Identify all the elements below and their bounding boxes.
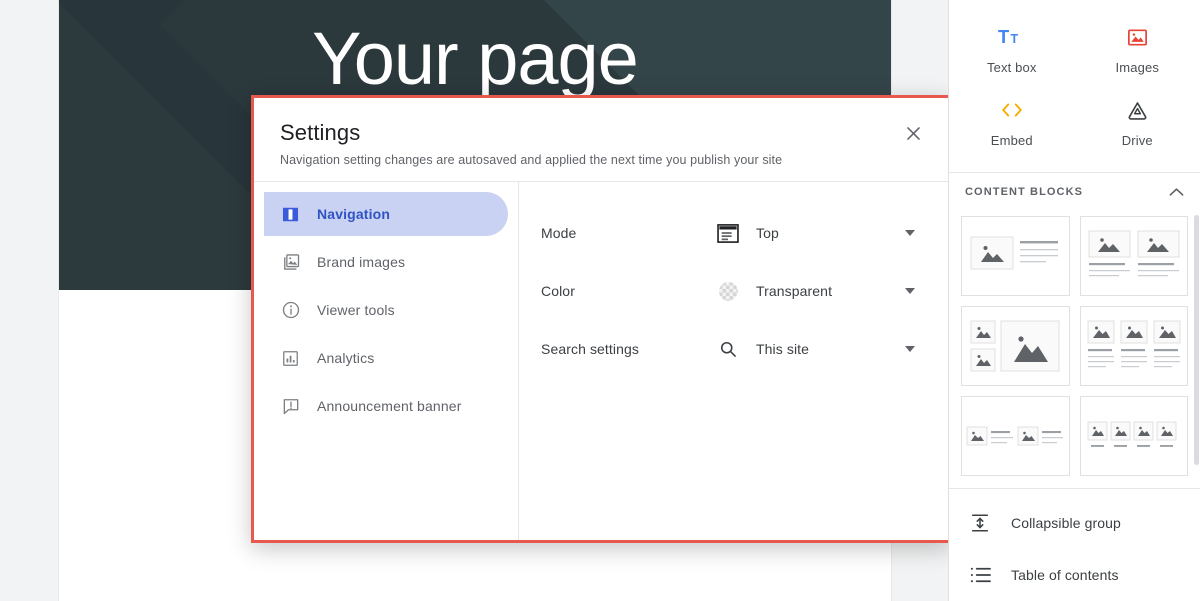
panel-scrollbar[interactable]: [1194, 215, 1199, 465]
sidebar-item-label: Brand images: [317, 254, 405, 270]
table-of-contents-icon: [969, 566, 991, 584]
app-root: Your page Settings Navigation setting ch…: [0, 0, 1200, 601]
search-icon: [716, 337, 740, 361]
insert-collapsible-group-button[interactable]: Collapsible group: [949, 497, 1200, 549]
content-blocks-section-header[interactable]: CONTENT BLOCKS: [949, 172, 1200, 210]
dialog-sidebar: Navigation Brand images: [254, 182, 519, 540]
color-dropdown[interactable]: Transparent: [716, 279, 918, 303]
layout-top-nav-icon: [716, 221, 740, 245]
dialog-title: Settings: [280, 120, 922, 146]
announcement-banner-icon: [280, 396, 301, 417]
sidebar-item-navigation[interactable]: Navigation: [264, 192, 508, 236]
collapsible-group-icon: [969, 512, 991, 534]
chevron-down-icon[interactable]: [902, 230, 918, 236]
sidebar-item-analytics[interactable]: Analytics: [264, 336, 508, 380]
sidebar-item-brand-images[interactable]: Brand images: [264, 240, 508, 284]
sidebar-item-viewer-tools[interactable]: Viewer tools: [264, 288, 508, 332]
analytics-bar-chart-icon: [280, 348, 301, 369]
option-row-search-settings: Search settings This site: [541, 320, 918, 378]
sidebar-item-label: Announcement banner: [317, 398, 462, 414]
quick-item-label: Text box: [987, 60, 1037, 75]
dialog-header: Settings Navigation setting changes are …: [254, 98, 948, 181]
sidebar-item-announcement-banner[interactable]: Announcement banner: [264, 384, 508, 428]
dialog-subtitle: Navigation setting changes are autosaved…: [280, 153, 922, 167]
brand-images-icon: [280, 252, 301, 273]
insert-text-box-button[interactable]: T T Text box: [949, 12, 1075, 85]
block-two-small-one-large-image[interactable]: [961, 306, 1070, 386]
option-value: Transparent: [756, 283, 832, 299]
info-circle-icon: [280, 300, 301, 321]
quick-item-label: Images: [1115, 60, 1159, 75]
chevron-down-icon[interactable]: [902, 346, 918, 352]
block-four-image-caption[interactable]: [1080, 396, 1189, 476]
block-three-image-three-text[interactable]: [1080, 306, 1189, 386]
quick-item-label: Embed: [991, 133, 1033, 148]
settings-dialog: Settings Navigation setting changes are …: [251, 95, 951, 543]
block-two-image-two-text[interactable]: [1080, 216, 1189, 296]
transparent-swatch-icon: [716, 279, 740, 303]
chevron-up-icon[interactable]: [1169, 187, 1184, 197]
quick-item-label: Drive: [1122, 133, 1153, 148]
text-box-icon: T T: [998, 24, 1025, 50]
quick-insert-grid: T T Text box Images: [949, 0, 1200, 172]
block-image-left-text-right[interactable]: [961, 216, 1070, 296]
bottom-item-label: Collapsible group: [1011, 515, 1121, 531]
close-icon[interactable]: [898, 118, 928, 148]
sidebar-item-label: Navigation: [317, 206, 390, 222]
insert-panel: T T Text box Images: [948, 0, 1200, 601]
svg-text:T: T: [1011, 32, 1019, 46]
drive-icon: [1125, 97, 1150, 123]
block-two-inline-image-text[interactable]: [961, 396, 1070, 476]
navigation-panel-icon: [280, 204, 301, 225]
sidebar-item-label: Analytics: [317, 350, 374, 366]
insert-embed-button[interactable]: Embed: [949, 85, 1075, 158]
insert-images-button[interactable]: Images: [1075, 12, 1200, 85]
svg-text:T: T: [998, 26, 1009, 47]
option-label: Color: [541, 283, 716, 299]
content-blocks-grid: [949, 210, 1200, 488]
sidebar-item-label: Viewer tools: [317, 302, 395, 318]
option-label: Mode: [541, 225, 716, 241]
option-value: This site: [756, 341, 809, 357]
bottom-item-label: Table of contents: [1011, 567, 1119, 583]
insert-drive-button[interactable]: Drive: [1075, 85, 1200, 158]
search-settings-dropdown[interactable]: This site: [716, 337, 918, 361]
option-label: Search settings: [541, 341, 716, 357]
option-value: Top: [756, 225, 779, 241]
dialog-options-pane: Mode Top: [519, 182, 948, 540]
mode-dropdown[interactable]: Top: [716, 221, 918, 245]
section-title: CONTENT BLOCKS: [965, 186, 1083, 198]
chevron-down-icon[interactable]: [902, 288, 918, 294]
insert-table-of-contents-button[interactable]: Table of contents: [949, 549, 1200, 601]
images-icon: [1126, 24, 1149, 50]
insert-bottom-list: Collapsible group Table of contents: [949, 488, 1200, 601]
dialog-body: Navigation Brand images: [254, 181, 948, 540]
option-row-mode: Mode Top: [541, 204, 918, 262]
hero-title: Your page: [59, 20, 891, 98]
embed-code-icon: [999, 97, 1025, 123]
option-row-color: Color Transparent: [541, 262, 918, 320]
